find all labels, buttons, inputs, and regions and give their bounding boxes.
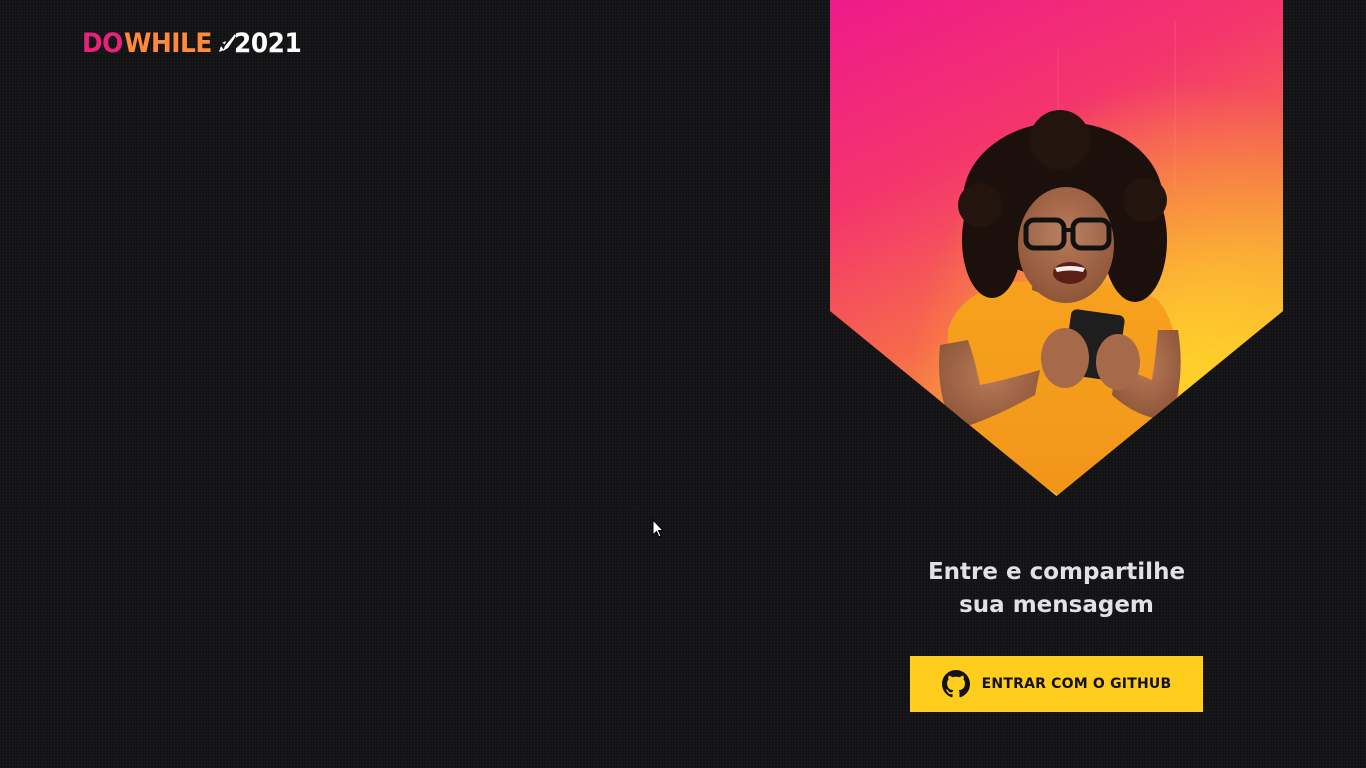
login-headline: Entre e compartilhe sua mensagem bbox=[880, 556, 1233, 622]
github-login-button[interactable]: ENTRAR COM O GITHUB bbox=[910, 656, 1203, 712]
mouse-cursor-icon bbox=[652, 519, 664, 538]
logo-year-text: 2021 bbox=[233, 28, 302, 59]
github-icon bbox=[941, 670, 970, 698]
github-login-label: ENTRAR COM O GITHUB bbox=[981, 676, 1172, 692]
headline-line-2: sua mensagem bbox=[959, 592, 1154, 618]
headline-line-1: Entre e compartilhe bbox=[927, 559, 1186, 585]
dowhile-logo: DO WHILE 2021 bbox=[82, 29, 307, 59]
smiling-person-with-phone-photo bbox=[939, 20, 1181, 496]
logo-while-text: WHILE bbox=[124, 28, 213, 59]
page: DO WHILE 2021 Entre e compartilhe sua me… bbox=[0, 0, 1366, 768]
logo-do-text: DO bbox=[82, 28, 123, 59]
hero-banner bbox=[830, 0, 1283, 496]
